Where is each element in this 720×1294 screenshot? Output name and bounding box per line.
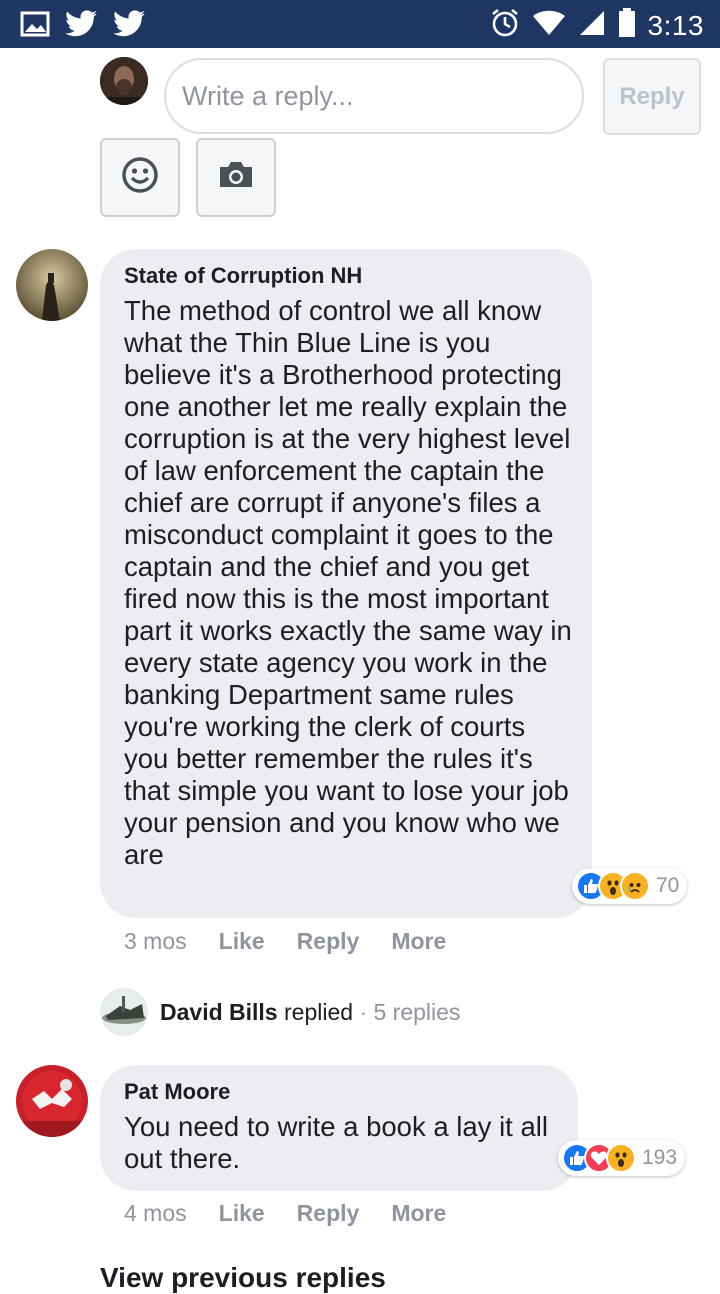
like-link[interactable]: Like [219, 928, 265, 955]
avatar [100, 988, 148, 1036]
sad-reaction-icon [620, 871, 650, 901]
comment-bubble: State of Corruption NH The method of con… [100, 249, 592, 918]
replier-name[interactable]: David Bills [160, 999, 278, 1025]
camera-button[interactable] [196, 138, 276, 217]
alarm-icon [490, 8, 520, 43]
comment-actions: 4 mos Like Reply More [124, 1200, 446, 1227]
comment-bubble: Pat Moore You need to write a book a lay… [100, 1065, 578, 1191]
emoji-icon [121, 156, 159, 199]
reaction-summary[interactable]: 70 [572, 868, 688, 904]
reply-input[interactable] [164, 58, 584, 134]
camera-icon [217, 160, 255, 195]
emoji-button[interactable] [100, 138, 180, 217]
comment-actions: 3 mos Like Reply More [124, 928, 446, 955]
status-bar: 3:13 [0, 0, 720, 48]
comment-time[interactable]: 4 mos [124, 1200, 187, 1227]
like-link[interactable]: Like [219, 1200, 265, 1227]
reply-button[interactable]: Reply [603, 58, 701, 135]
wifi-icon [532, 10, 566, 41]
separator: · [359, 998, 368, 1025]
twitter-icon [112, 10, 146, 43]
reply-link[interactable]: Reply [297, 928, 360, 955]
avatar[interactable] [16, 1065, 88, 1137]
comment-time[interactable]: 3 mos [124, 928, 187, 955]
clock-time: 3:13 [647, 9, 704, 41]
comment-text: You need to write a book a lay it all ou… [124, 1111, 548, 1174]
signal-icon [578, 9, 606, 42]
battery-icon [618, 8, 636, 43]
replies-summary[interactable]: David Bills replied · 5 replies [100, 988, 461, 1036]
reaction-summary[interactable]: 193 [558, 1140, 686, 1176]
twitter-icon [64, 10, 98, 43]
reply-count: 5 replies [373, 998, 461, 1025]
replied-label: replied [284, 998, 354, 1025]
reply-link[interactable]: Reply [297, 1200, 360, 1227]
comment-text: The method of control we all know what t… [124, 295, 572, 870]
comment-author[interactable]: State of Corruption NH [124, 263, 572, 289]
comment-author[interactable]: Pat Moore [124, 1079, 558, 1105]
wow-reaction-icon [606, 1143, 636, 1173]
more-link[interactable]: More [391, 928, 446, 955]
avatar [100, 57, 148, 105]
avatar[interactable] [16, 249, 88, 321]
more-link[interactable]: More [391, 1200, 446, 1227]
reaction-count: 70 [656, 874, 680, 897]
image-icon [20, 11, 50, 42]
reaction-count: 193 [642, 1146, 678, 1169]
view-previous-replies-link[interactable]: View previous replies [100, 1262, 386, 1294]
